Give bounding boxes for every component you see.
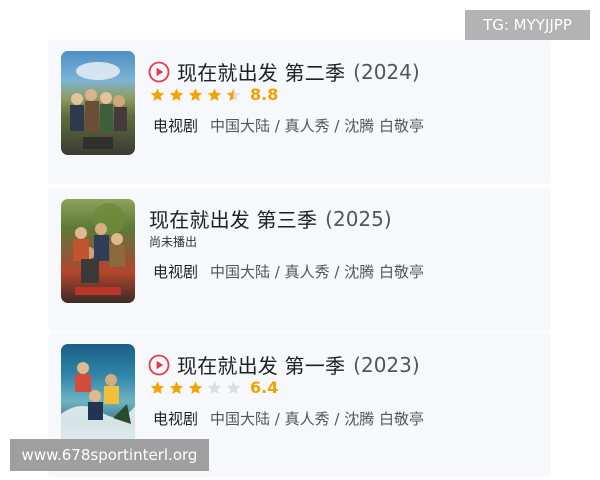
rating: 8.8 [149, 85, 278, 104]
play-icon[interactable] [148, 61, 170, 83]
show-title[interactable]: 现在就出发 第一季 [177, 350, 345, 379]
show-year: (2025) [325, 206, 392, 231]
poster-image[interactable] [61, 344, 135, 448]
show-title[interactable]: 现在就出发 第三季 [149, 204, 317, 233]
poster-art-icon [61, 362, 135, 448]
star-rating [149, 380, 244, 396]
rating: 6.4 [149, 378, 278, 397]
show-info: 中国大陆 / 真人秀 / 沈腾 白敬亭 [210, 117, 424, 135]
show-title[interactable]: 现在就出发 第二季 [177, 57, 345, 86]
star-rating [149, 87, 244, 103]
star-filled-icon [169, 87, 184, 101]
play-icon[interactable] [148, 354, 170, 376]
star-filled-icon [188, 87, 203, 101]
content-type: 电视剧 [153, 117, 199, 135]
show-card-season-3[interactable]: 现在就出发 第三季 (2025) 尚未播出 电视剧 中国大陆 / 真人秀 / 沈… [48, 188, 551, 332]
poster-art-icon [70, 62, 127, 149]
score: 8.8 [250, 85, 279, 104]
star-filled-icon [169, 380, 184, 394]
star-empty-icon [226, 380, 241, 394]
star-half-icon [226, 87, 241, 101]
show-info: 中国大陆 / 真人秀 / 沈腾 白敬亭 [210, 410, 424, 428]
airing-status: 尚未播出 [149, 235, 198, 249]
poster-image[interactable] [61, 199, 135, 303]
score: 6.4 [250, 378, 279, 397]
tg-badge: TG: MYYJJPP [465, 10, 590, 40]
content-type: 电视剧 [153, 410, 199, 428]
content-type: 电视剧 [153, 263, 199, 281]
watermark-badge: www.678sportinterl.org [10, 439, 209, 471]
show-year: (2024) [353, 59, 420, 84]
show-year: (2023) [353, 352, 420, 377]
show-card-season-2[interactable]: 现在就出发 第二季 (2024) 8.8 电视剧 中国大陆 / 真人秀 / 沈腾… [48, 40, 551, 184]
star-filled-icon [188, 380, 203, 394]
star-empty-icon [207, 380, 222, 394]
star-filled-icon [207, 87, 222, 101]
show-info: 中国大陆 / 真人秀 / 沈腾 白敬亭 [210, 263, 424, 281]
star-filled-icon [150, 87, 165, 101]
star-filled-icon [150, 380, 165, 394]
poster-image[interactable] [61, 51, 135, 155]
poster-art-icon [73, 203, 125, 295]
